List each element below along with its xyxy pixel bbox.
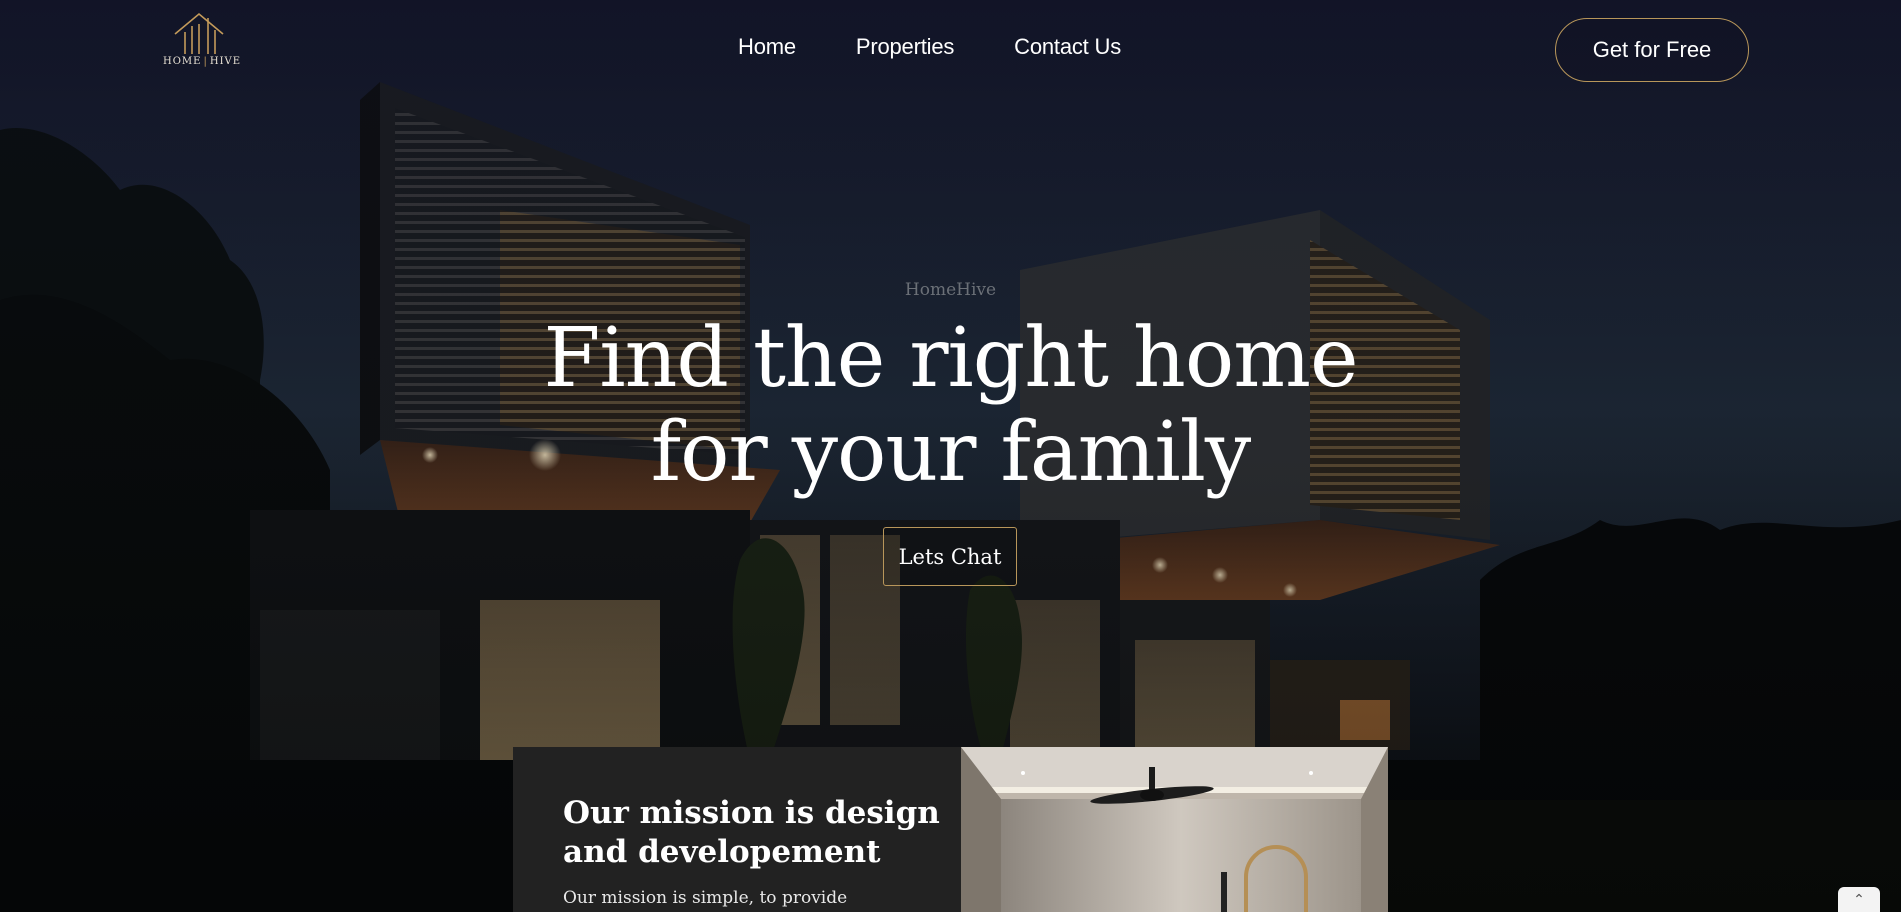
mission-title: Our mission is design and developement bbox=[563, 795, 940, 870]
mission-card: Our mission is design and developement O… bbox=[513, 747, 961, 912]
page: HOME | HIVE Home Properties Contact Us Get… bbox=[0, 0, 1901, 912]
lets-chat-button[interactable]: Lets Chat bbox=[883, 527, 1017, 586]
nav-item-home[interactable]: Home bbox=[738, 34, 796, 60]
nav-item-properties[interactable]: Properties bbox=[856, 34, 954, 60]
hero-headline-line-2: for your family bbox=[650, 405, 1252, 500]
hero-headline: Find the right home for your family bbox=[0, 312, 1901, 500]
get-for-free-button[interactable]: Get for Free bbox=[1555, 18, 1749, 82]
logo[interactable]: HOME | HIVE bbox=[163, 10, 242, 72]
interior-image bbox=[961, 747, 1388, 912]
chevron-up-icon: ⌃ bbox=[1853, 891, 1865, 908]
main-nav: Home Properties Contact Us bbox=[738, 34, 1121, 60]
hero-eyebrow: HomeHive bbox=[904, 280, 997, 300]
house-logo-icon bbox=[174, 12, 224, 54]
logo-text: HOME | HIVE bbox=[163, 56, 242, 67]
nav-item-contact-us[interactable]: Contact Us bbox=[1014, 34, 1121, 60]
interior-photo bbox=[961, 747, 1388, 912]
mission-text: Our mission is simple, to provide bbox=[563, 888, 848, 908]
hero-headline-line-1: Find the right home bbox=[543, 311, 1358, 406]
scroll-to-top-button[interactable]: ⌃ bbox=[1838, 887, 1880, 912]
